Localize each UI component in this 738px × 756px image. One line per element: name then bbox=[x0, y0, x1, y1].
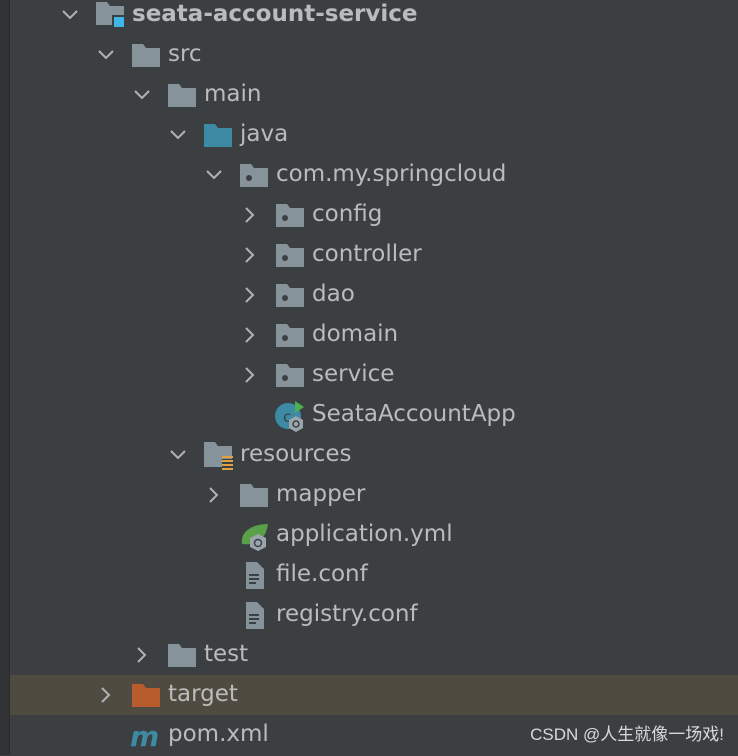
tree-item-label: file.conf bbox=[276, 561, 368, 587]
tree-item-label: domain bbox=[312, 321, 399, 347]
tree-item-seata-account-service[interactable]: seata-account-service bbox=[10, 0, 738, 35]
folder-icon bbox=[238, 480, 270, 510]
tree-item-label: seata-account-service bbox=[132, 1, 418, 27]
tree-item-label: com.my.springcloud bbox=[276, 161, 507, 187]
source-folder-icon bbox=[202, 120, 234, 150]
module-folder-icon bbox=[94, 0, 126, 30]
spring-boot-class-icon: c bbox=[274, 400, 306, 432]
chevron-down-icon[interactable] bbox=[132, 85, 152, 105]
tree-item-label: registry.conf bbox=[276, 601, 418, 627]
chevron-down-icon[interactable] bbox=[60, 5, 80, 25]
chevron-down-icon[interactable] bbox=[96, 45, 116, 65]
chevron-right-icon[interactable] bbox=[240, 365, 260, 385]
package-icon bbox=[238, 160, 270, 190]
chevron-right-icon[interactable] bbox=[240, 205, 260, 225]
left-gutter bbox=[0, 0, 10, 755]
excluded-folder-icon bbox=[130, 680, 162, 710]
tree-item-label: resources bbox=[240, 441, 352, 467]
chevron-right-icon[interactable] bbox=[240, 245, 260, 265]
package-icon bbox=[274, 320, 306, 350]
tree-item-target[interactable]: target bbox=[10, 675, 738, 715]
tree-item-service[interactable]: service bbox=[10, 355, 738, 395]
tree-item-label: SeataAccountApp bbox=[312, 401, 516, 427]
tree-item-seataaccountapp[interactable]: c SeataAccountApp bbox=[10, 395, 738, 435]
chevron-down-icon[interactable] bbox=[168, 125, 188, 145]
tree-item-main[interactable]: main bbox=[10, 75, 738, 115]
tree-item-label: service bbox=[312, 361, 395, 387]
tree-item-resources[interactable]: resources bbox=[10, 435, 738, 475]
tree-item-com-my-springcloud[interactable]: com.my.springcloud bbox=[10, 155, 738, 195]
chevron-right-icon[interactable] bbox=[132, 645, 152, 665]
tree-item-file-conf[interactable]: file.conf bbox=[10, 555, 738, 595]
tree-item-label: java bbox=[240, 121, 289, 147]
tree-item-label: src bbox=[168, 41, 202, 67]
tree-item-controller[interactable]: controller bbox=[10, 235, 738, 275]
tree-item-dao[interactable]: dao bbox=[10, 275, 738, 315]
folder-icon bbox=[130, 40, 162, 70]
package-icon bbox=[274, 240, 306, 270]
tree-item-src[interactable]: src bbox=[10, 35, 738, 75]
tree-item-label: application.yml bbox=[276, 521, 453, 547]
resources-folder-icon bbox=[202, 440, 234, 470]
package-icon bbox=[274, 200, 306, 230]
spring-config-icon bbox=[238, 520, 270, 551]
tree-item-application-yml[interactable]: application.yml bbox=[10, 515, 738, 555]
tree-item-test[interactable]: test bbox=[10, 635, 738, 675]
tree-item-label: dao bbox=[312, 281, 355, 307]
text-file-icon bbox=[238, 600, 270, 630]
chevron-right-icon[interactable] bbox=[204, 485, 224, 505]
tree-item-label: pom.xml bbox=[168, 721, 269, 747]
folder-icon bbox=[166, 80, 198, 110]
tree-item-config[interactable]: config bbox=[10, 195, 738, 235]
tree-item-label: config bbox=[312, 201, 383, 227]
text-file-icon bbox=[238, 560, 270, 590]
svg-text:m: m bbox=[130, 720, 159, 752]
tree-item-label: test bbox=[204, 641, 249, 667]
tree-item-label: mapper bbox=[276, 481, 366, 507]
tree-item-java[interactable]: java bbox=[10, 115, 738, 155]
chevron-right-icon[interactable] bbox=[240, 325, 260, 345]
chevron-right-icon[interactable] bbox=[96, 685, 116, 705]
tree-item-registry-conf[interactable]: registry.conf bbox=[10, 595, 738, 635]
tree-item-domain[interactable]: domain bbox=[10, 315, 738, 355]
tree-item-label: controller bbox=[312, 241, 422, 267]
tree-item-mapper[interactable]: mapper bbox=[10, 475, 738, 515]
package-icon bbox=[274, 280, 306, 310]
chevron-down-icon[interactable] bbox=[204, 165, 224, 185]
watermark: CSDN @人生就像一场戏! bbox=[530, 725, 724, 744]
tree-item-label: target bbox=[168, 681, 238, 707]
chevron-right-icon[interactable] bbox=[240, 285, 260, 305]
package-icon bbox=[274, 360, 306, 390]
chevron-down-icon[interactable] bbox=[168, 445, 188, 465]
folder-icon bbox=[166, 640, 198, 670]
tree-item-label: main bbox=[204, 81, 262, 107]
maven-icon: m bbox=[130, 720, 162, 753]
